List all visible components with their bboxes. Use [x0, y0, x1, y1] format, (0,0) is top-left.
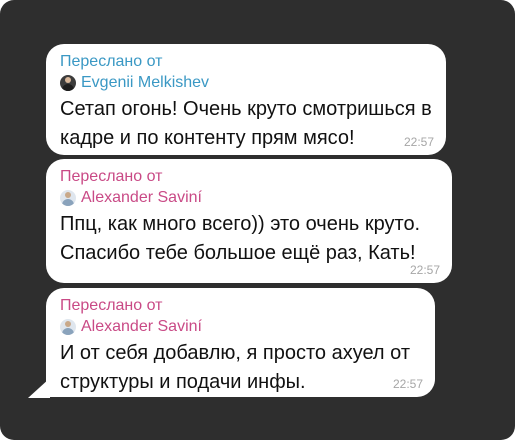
sender-name[interactable]: Alexander Saviní — [81, 187, 202, 208]
user-avatar-icon — [60, 318, 76, 335]
message-text: Ппц, как много всего)) это очень круто. … — [60, 213, 421, 264]
forward-sender[interactable]: Alexander Saviní — [60, 316, 423, 337]
forward-sender[interactable]: Alexander Saviní — [60, 187, 440, 208]
forwarded-from-label: Переслано от — [60, 297, 163, 314]
user-avatar-icon — [60, 189, 76, 206]
forwarded-from-label: Переслано от — [60, 168, 163, 185]
message-time: 22:57 — [392, 377, 423, 391]
chat-screenshot: Переслано от Evgenii Melkishev Сетап ого… — [0, 0, 515, 440]
message-time: 22:57 — [403, 135, 434, 149]
forwarded-message[interactable]: Переслано от Alexander Saviní И от себя … — [46, 288, 435, 397]
bubble-tail — [28, 378, 50, 398]
forwarded-message[interactable]: Переслано от Evgenii Melkishev Сетап ого… — [46, 44, 446, 155]
forwarded-message[interactable]: Переслано от Alexander Saviní Ппц, как м… — [46, 159, 452, 283]
message-text: Сетап огонь! Очень круто смотришься в ка… — [60, 98, 432, 149]
message-time: 22:57 — [409, 263, 440, 277]
sender-name[interactable]: Alexander Saviní — [81, 316, 202, 337]
forwarded-from-label: Переслано от — [60, 53, 163, 70]
sender-name[interactable]: Evgenii Melkishev — [81, 72, 209, 93]
user-avatar-icon — [60, 74, 76, 91]
forward-sender[interactable]: Evgenii Melkishev — [60, 72, 434, 93]
message-text: И от себя добавлю, я просто ахуел от стр… — [60, 342, 410, 393]
